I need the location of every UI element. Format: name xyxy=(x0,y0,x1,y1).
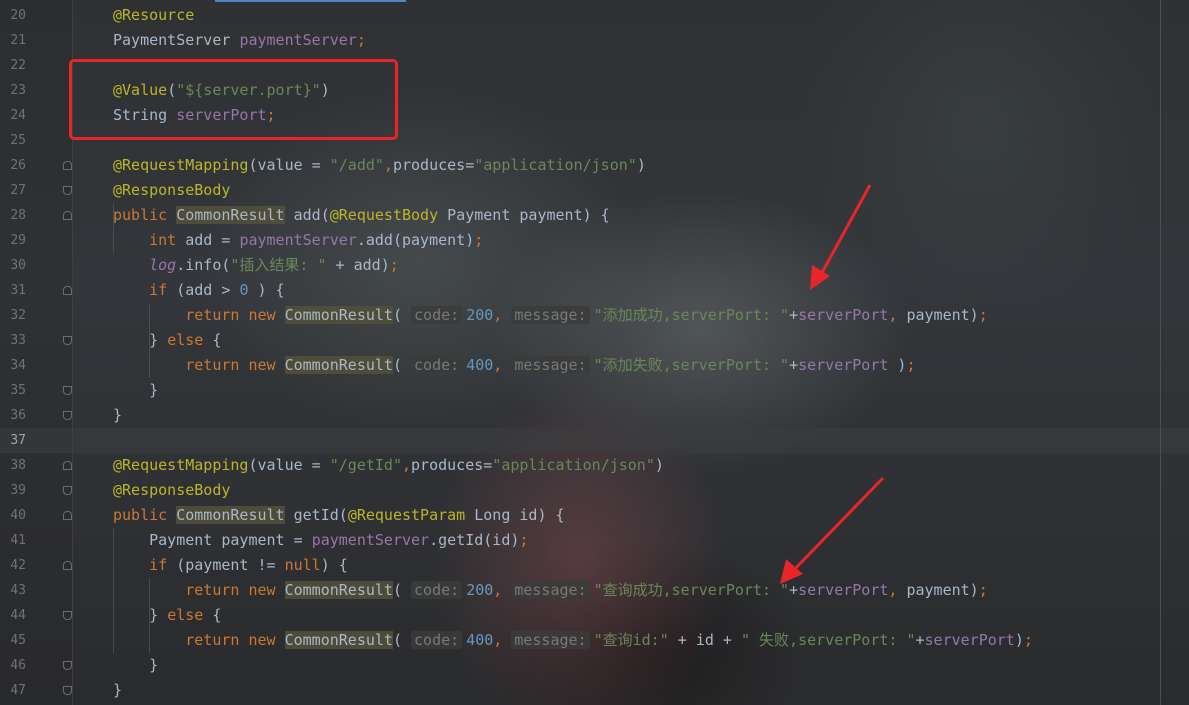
arrow-icon xyxy=(810,184,872,290)
code-editor[interactable]: 20 @Resource 21 PaymentServer paymentServer… xyxy=(0,0,1189,705)
annotation-arrows xyxy=(780,184,885,584)
arrow-icon xyxy=(780,476,885,584)
